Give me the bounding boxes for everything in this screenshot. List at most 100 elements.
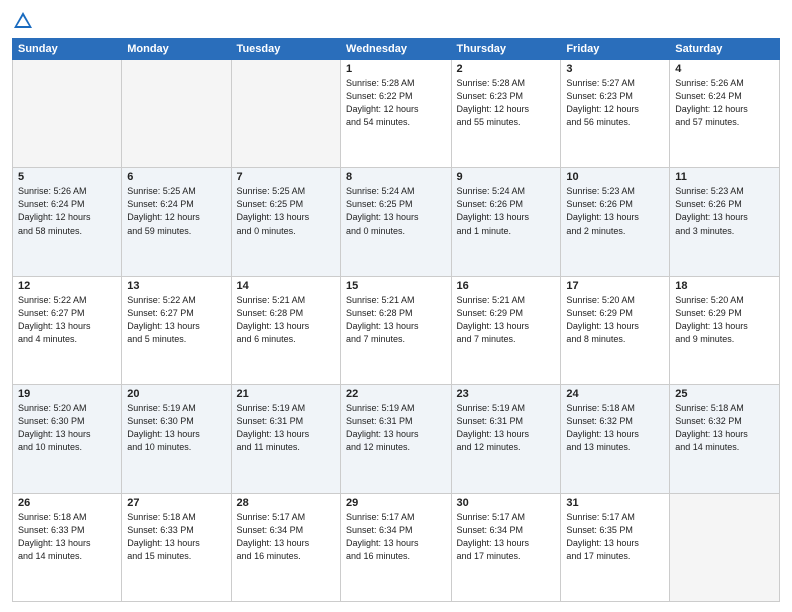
day-number: 20 <box>127 388 225 400</box>
calendar-cell: 26Sunrise: 5:18 AM Sunset: 6:33 PM Dayli… <box>13 493 122 601</box>
day-info: Sunrise: 5:20 AM Sunset: 6:29 PM Dayligh… <box>566 294 664 346</box>
calendar-cell: 2 Sunrise: 5:28 AM Sunset: 6:23 PM Daylig… <box>451 60 561 168</box>
day-info: Sunrise: 5:17 AM Sunset: 6:34 PM Dayligh… <box>237 511 335 563</box>
day-number: 11 <box>675 171 774 183</box>
day-header-sunday: Sunday <box>13 39 122 60</box>
day-number: 17 <box>566 280 664 292</box>
day-number: 7 <box>237 171 335 183</box>
calendar-cell: 28 Sunrise: 5:17 AM Sunset: 6:34 PM Dayli… <box>231 493 340 601</box>
day-number: 19 <box>18 388 116 400</box>
calendar-cell: 7 Sunrise: 5:25 AM Sunset: 6:25 PM Daylig… <box>231 168 340 276</box>
calendar-cell: 24 Sunrise: 5:18 AM Sunset: 6:32 PM Dayli… <box>561 385 670 493</box>
day-header-saturday: Saturday <box>670 39 780 60</box>
day-number: 27 <box>127 497 225 509</box>
calendar: SundayMondayTuesdayWednesdayThursdayFrid… <box>12 38 780 602</box>
day-number: 23 <box>457 388 556 400</box>
calendar-cell: 21 Sunrise: 5:19 AM Sunset: 6:31 PM Dayli… <box>231 385 340 493</box>
day-info: Sunrise: 5:19 AM Sunset: 6:31 PM Dayligh… <box>457 402 556 454</box>
day-number: 24 <box>566 388 664 400</box>
day-number: 9 <box>457 171 556 183</box>
calendar-header-row: SundayMondayTuesdayWednesdayThursdayFrid… <box>13 39 780 60</box>
day-header-wednesday: Wednesday <box>341 39 452 60</box>
calendar-cell: 9 Sunrise: 5:24 AM Sunset: 6:26 PM Daylig… <box>451 168 561 276</box>
calendar-cell: 27 Sunrise: 5:18 AM Sunset: 6:33 PM Dayli… <box>122 493 231 601</box>
day-number: 29 <box>346 497 446 509</box>
day-header-friday: Friday <box>561 39 670 60</box>
day-number: 13 <box>127 280 225 292</box>
day-number: 30 <box>457 497 556 509</box>
day-header-monday: Monday <box>122 39 231 60</box>
day-number: 26 <box>18 497 116 509</box>
day-number: 31 <box>566 497 664 509</box>
calendar-week-row: 19 Sunrise: 5:20 AM Sunset: 6:30 PM Dayli… <box>13 385 780 493</box>
day-info: Sunrise: 5:28 AM Sunset: 6:22 PM Dayligh… <box>346 77 446 129</box>
day-info: Sunrise: 5:22 AM Sunset: 6:27 PM Dayligh… <box>18 294 116 346</box>
calendar-cell: 29 Sunrise: 5:17 AM Sunset: 6:34 PM Dayli… <box>341 493 452 601</box>
logo-icon <box>12 10 34 32</box>
day-info: Sunrise: 5:24 AM Sunset: 6:26 PM Dayligh… <box>457 185 556 237</box>
day-header-thursday: Thursday <box>451 39 561 60</box>
calendar-week-row: 26 Sunrise: 5:18 AM Sunset: 6:33 PM Dayli… <box>13 493 780 601</box>
calendar-cell: 31 Sunrise: 5:17 AM Sunset: 6:35 PM Dayli… <box>561 493 670 601</box>
day-info: Sunrise: 5:18 AM Sunset: 6:32 PM Dayligh… <box>566 402 664 454</box>
day-number: 3 <box>566 63 664 75</box>
day-number: 22 <box>346 388 446 400</box>
calendar-cell: 5 Sunrise: 5:26 AM Sunset: 6:24 PM Daylig… <box>13 168 122 276</box>
calendar-cell: 19 Sunrise: 5:20 AM Sunset: 6:30 PM Dayli… <box>13 385 122 493</box>
calendar-cell: 8 Sunrise: 5:24 AM Sunset: 6:25 PM Daylig… <box>341 168 452 276</box>
day-info: Sunrise: 5:27 AM Sunset: 6:23 PM Dayligh… <box>566 77 664 129</box>
day-number: 5 <box>18 171 116 183</box>
calendar-week-row: 12 Sunrise: 5:22 AM Sunset: 6:27 PM Dayli… <box>13 276 780 384</box>
day-number: 1 <box>346 63 446 75</box>
calendar-cell: 14 Sunrise: 5:21 AM Sunset: 6:28 PM Dayli… <box>231 276 340 384</box>
calendar-cell: 30Sunrise: 5:17 AM Sunset: 6:34 PM Dayli… <box>451 493 561 601</box>
day-info: Sunrise: 5:20 AM Sunset: 6:29 PM Dayligh… <box>675 294 774 346</box>
calendar-cell: 15Sunrise: 5:21 AM Sunset: 6:28 PM Dayli… <box>341 276 452 384</box>
calendar-cell: 12 Sunrise: 5:22 AM Sunset: 6:27 PM Dayli… <box>13 276 122 384</box>
logo <box>12 10 38 32</box>
day-info: Sunrise: 5:18 AM Sunset: 6:32 PM Dayligh… <box>675 402 774 454</box>
day-number: 15 <box>346 280 446 292</box>
day-number: 14 <box>237 280 335 292</box>
day-info: Sunrise: 5:20 AM Sunset: 6:30 PM Dayligh… <box>18 402 116 454</box>
day-info: Sunrise: 5:26 AM Sunset: 6:24 PM Dayligh… <box>18 185 116 237</box>
calendar-cell <box>670 493 780 601</box>
day-info: Sunrise: 5:18 AM Sunset: 6:33 PM Dayligh… <box>127 511 225 563</box>
day-number: 28 <box>237 497 335 509</box>
day-number: 2 <box>457 63 556 75</box>
day-number: 8 <box>346 171 446 183</box>
page: SundayMondayTuesdayWednesdayThursdayFrid… <box>0 0 792 612</box>
calendar-cell: 10 Sunrise: 5:23 AM Sunset: 6:26 PM Dayli… <box>561 168 670 276</box>
day-info: Sunrise: 5:21 AM Sunset: 6:28 PM Dayligh… <box>237 294 335 346</box>
day-info: Sunrise: 5:28 AM Sunset: 6:23 PM Dayligh… <box>457 77 556 129</box>
day-info: Sunrise: 5:25 AM Sunset: 6:24 PM Dayligh… <box>127 185 225 237</box>
day-info: Sunrise: 5:24 AM Sunset: 6:25 PM Dayligh… <box>346 185 446 237</box>
day-info: Sunrise: 5:22 AM Sunset: 6:27 PM Dayligh… <box>127 294 225 346</box>
calendar-cell: 16 Sunrise: 5:21 AM Sunset: 6:29 PM Dayli… <box>451 276 561 384</box>
calendar-cell: 3 Sunrise: 5:27 AM Sunset: 6:23 PM Daylig… <box>561 60 670 168</box>
day-info: Sunrise: 5:17 AM Sunset: 6:34 PM Dayligh… <box>346 511 446 563</box>
day-number: 6 <box>127 171 225 183</box>
day-number: 25 <box>675 388 774 400</box>
calendar-week-row: 1 Sunrise: 5:28 AM Sunset: 6:22 PM Daylig… <box>13 60 780 168</box>
day-number: 10 <box>566 171 664 183</box>
day-info: Sunrise: 5:19 AM Sunset: 6:31 PM Dayligh… <box>237 402 335 454</box>
calendar-cell: 20Sunrise: 5:19 AM Sunset: 6:30 PM Dayli… <box>122 385 231 493</box>
day-info: Sunrise: 5:21 AM Sunset: 6:29 PM Dayligh… <box>457 294 556 346</box>
calendar-cell: 17 Sunrise: 5:20 AM Sunset: 6:29 PM Dayli… <box>561 276 670 384</box>
day-number: 16 <box>457 280 556 292</box>
calendar-cell <box>231 60 340 168</box>
day-info: Sunrise: 5:23 AM Sunset: 6:26 PM Dayligh… <box>675 185 774 237</box>
day-header-tuesday: Tuesday <box>231 39 340 60</box>
day-info: Sunrise: 5:23 AM Sunset: 6:26 PM Dayligh… <box>566 185 664 237</box>
day-number: 12 <box>18 280 116 292</box>
calendar-cell: 1 Sunrise: 5:28 AM Sunset: 6:22 PM Daylig… <box>341 60 452 168</box>
day-info: Sunrise: 5:17 AM Sunset: 6:35 PM Dayligh… <box>566 511 664 563</box>
day-info: Sunrise: 5:25 AM Sunset: 6:25 PM Dayligh… <box>237 185 335 237</box>
calendar-cell: 11 Sunrise: 5:23 AM Sunset: 6:26 PM Dayli… <box>670 168 780 276</box>
day-number: 21 <box>237 388 335 400</box>
header <box>12 10 780 32</box>
calendar-cell: 13 Sunrise: 5:22 AM Sunset: 6:27 PM Dayli… <box>122 276 231 384</box>
calendar-cell: 25 Sunrise: 5:18 AM Sunset: 6:32 PM Dayli… <box>670 385 780 493</box>
calendar-cell: 18Sunrise: 5:20 AM Sunset: 6:29 PM Dayli… <box>670 276 780 384</box>
